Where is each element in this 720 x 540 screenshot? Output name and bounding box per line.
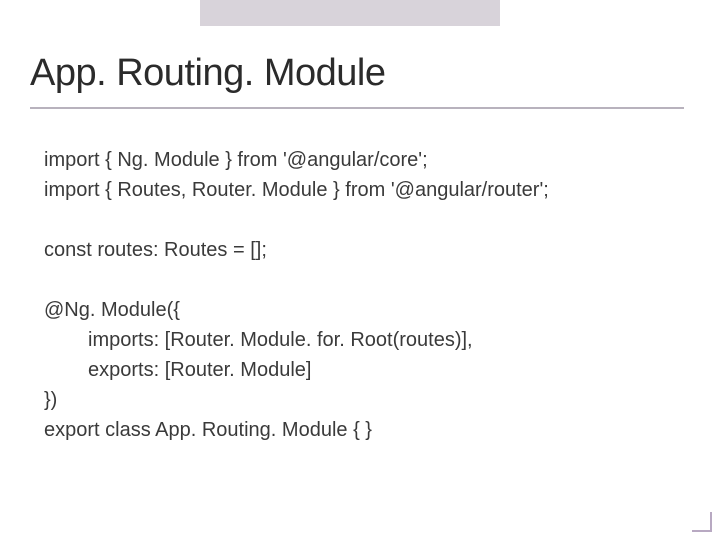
blank-line — [44, 205, 690, 235]
code-line: const routes: Routes = []; — [44, 235, 690, 265]
slide-title-placeholder-bar — [200, 0, 500, 26]
code-line: exports: [Router. Module] — [44, 355, 690, 385]
code-line: export class App. Routing. Module { } — [44, 415, 690, 445]
code-line: import { Ng. Module } from '@angular/cor… — [44, 145, 690, 175]
corner-accent-icon — [692, 512, 712, 532]
title-underline — [30, 107, 684, 109]
code-line: imports: [Router. Module. for. Root(rout… — [44, 325, 690, 355]
code-line: @Ng. Module({ — [44, 295, 690, 325]
blank-line — [44, 265, 690, 295]
code-line: import { Routes, Router. Module } from '… — [44, 175, 690, 205]
slide-content: App. Routing. Module import { Ng. Module… — [0, 0, 720, 445]
code-block: import { Ng. Module } from '@angular/cor… — [30, 145, 690, 445]
code-line: }) — [44, 385, 690, 415]
slide-title: App. Routing. Module — [30, 52, 690, 95]
